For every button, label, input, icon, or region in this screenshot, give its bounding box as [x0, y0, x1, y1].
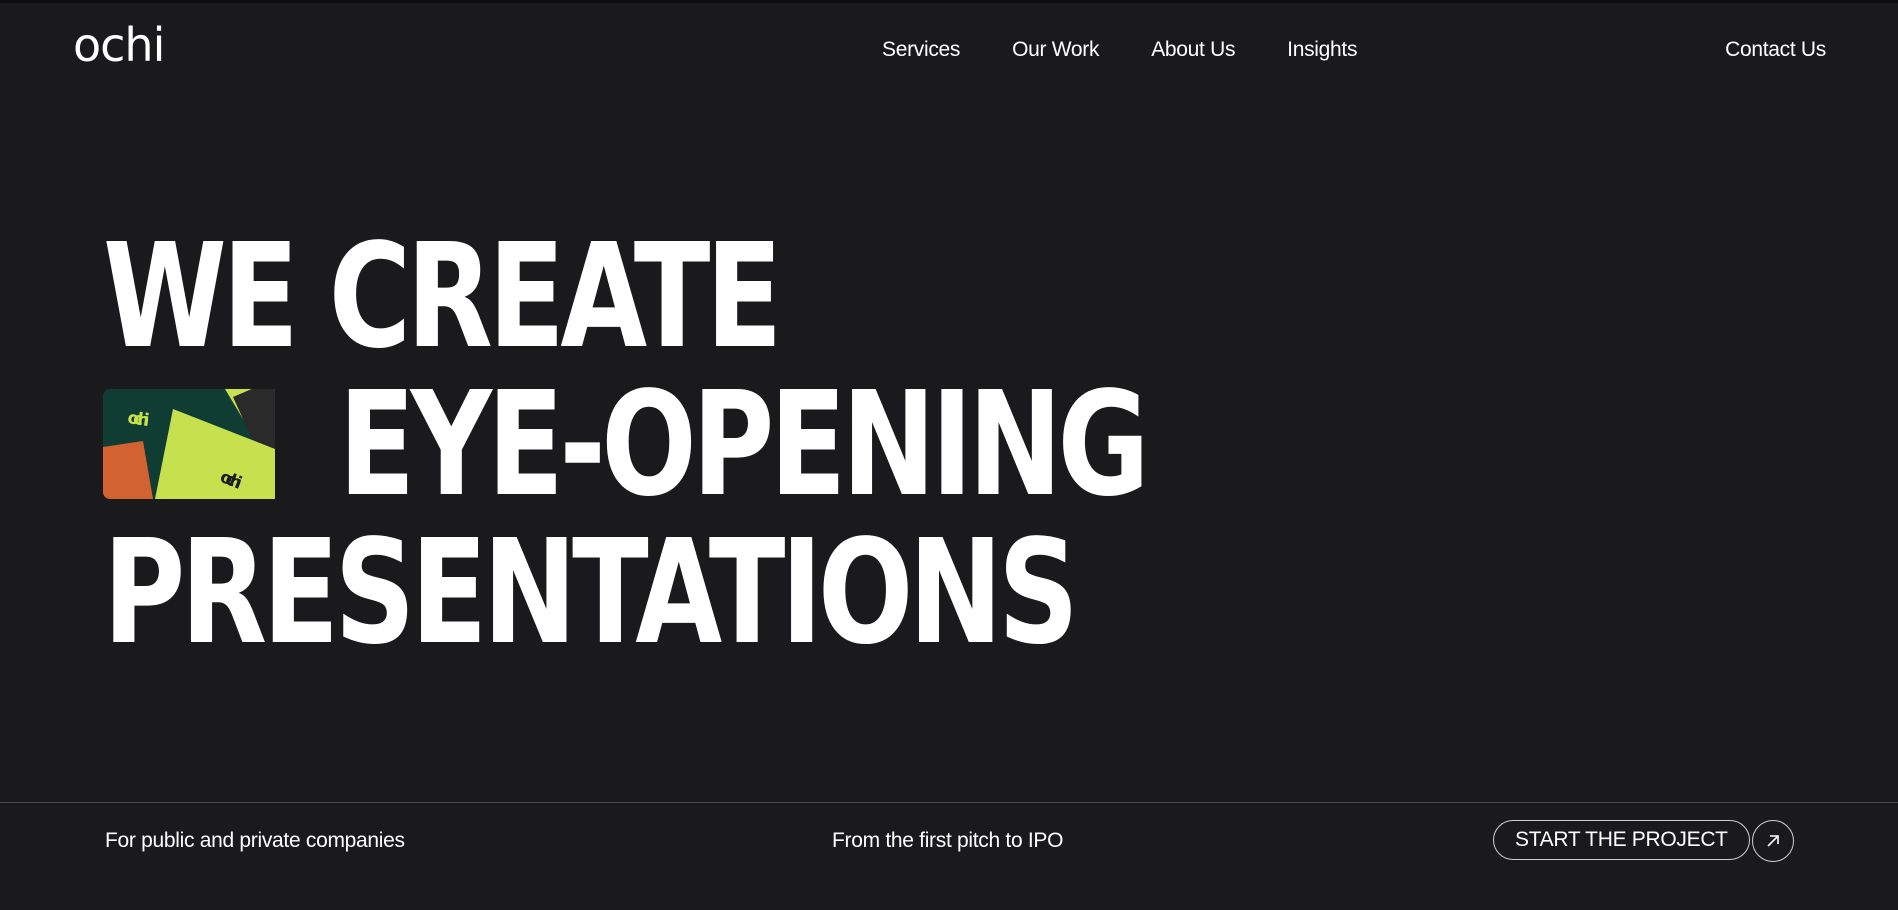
hero-line-1: WE CREATE	[103, 212, 782, 380]
hero-thumbnail: ochi ochi	[103, 389, 323, 499]
top-border	[0, 0, 1898, 3]
footer-middle-text: From the first pitch to IPO	[832, 829, 1064, 852]
nav-item-our-work[interactable]: Our Work	[1012, 38, 1099, 62]
main-nav: Services Our Work About Us Insights	[882, 38, 1409, 62]
logo[interactable]: ochi	[73, 22, 165, 68]
footer-divider	[0, 802, 1898, 803]
start-project-button[interactable]: START THE PROJECT	[1493, 820, 1750, 860]
hero-heading: WE CREATE ochi ochi EYE-OPENING PRESENTA…	[103, 222, 1439, 666]
nav-item-about-us[interactable]: About Us	[1151, 38, 1235, 62]
start-project-arrow-button[interactable]	[1752, 820, 1794, 862]
contact-us-link[interactable]: Contact Us	[1725, 38, 1826, 62]
page: ochi Services Our Work About Us Insights…	[0, 0, 1898, 910]
hero-line-2: ochi ochi EYE-OPENING	[103, 360, 1150, 528]
hero-line-3: PRESENTATIONS	[103, 508, 1079, 676]
footer-left-text: For public and private companies	[105, 829, 405, 852]
arrow-up-right-icon	[1767, 835, 1779, 847]
nav-item-services[interactable]: Services	[882, 38, 960, 62]
hero-line-2-text: EYE-OPENING	[338, 360, 1150, 528]
thumbnail-image: ochi ochi	[103, 389, 275, 499]
start-project-label: START THE PROJECT	[1515, 828, 1728, 851]
nav-item-insights[interactable]: Insights	[1287, 38, 1357, 62]
